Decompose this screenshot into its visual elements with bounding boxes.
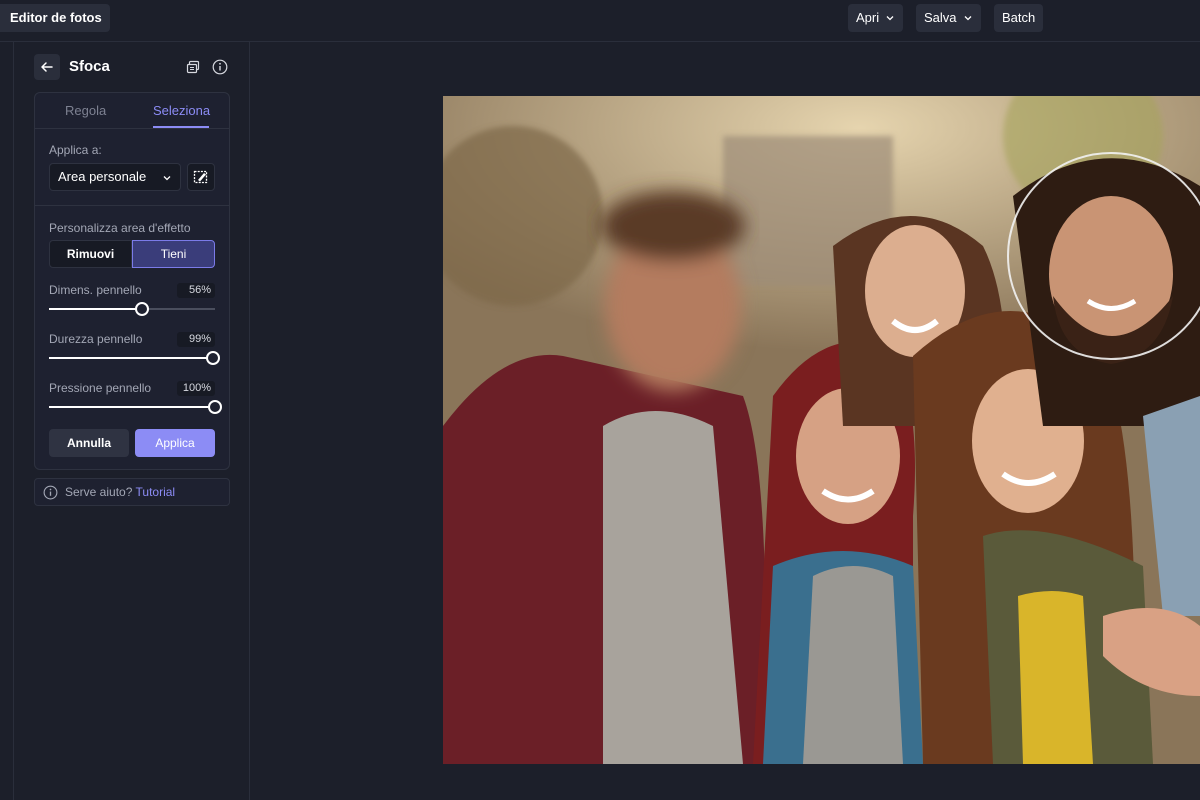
- chevron-down-icon: [886, 16, 894, 21]
- slider-fill: [49, 406, 215, 408]
- brush-hardness-label: Durezza pennello: [49, 332, 143, 346]
- open-menu-label: Apri: [856, 10, 880, 25]
- remove-mode-button[interactable]: Rimuovi: [49, 240, 132, 268]
- keep-mode-button[interactable]: Tieni: [132, 240, 215, 268]
- cancel-button[interactable]: Annulla: [49, 429, 129, 457]
- slider-handle[interactable]: [134, 302, 149, 316]
- editor-canvas[interactable]: [251, 43, 1200, 800]
- brush-size-label: Dimens. pennello: [49, 283, 142, 297]
- layers-copy-icon[interactable]: [185, 59, 201, 75]
- help-box: Serve aiuto? Tutorial: [34, 478, 230, 506]
- apply-to-label: Applica a:: [49, 143, 102, 157]
- apply-to-select[interactable]: Area personale: [49, 163, 181, 191]
- apply-button[interactable]: Applica: [135, 429, 215, 457]
- batch-button[interactable]: Batch: [994, 4, 1044, 32]
- slider-handle[interactable]: [208, 400, 222, 414]
- section-divider: [35, 205, 229, 206]
- back-button[interactable]: [34, 54, 60, 80]
- arrow-left-icon: [41, 62, 53, 72]
- apply-to-value: Area personale: [58, 169, 147, 184]
- top-bar: Editor de fotos Apri Salva Batch: [0, 0, 1200, 42]
- batch-label: Batch: [1002, 10, 1036, 25]
- active-tab-indicator: [153, 126, 209, 128]
- save-menu-button[interactable]: Salva: [916, 4, 981, 32]
- brush-pressure-label: Pressione pennello: [49, 381, 152, 395]
- chevron-down-icon: [163, 176, 171, 181]
- slider-fill: [49, 308, 142, 310]
- save-menu-label: Salva: [924, 10, 957, 25]
- chevron-down-icon: [964, 16, 971, 21]
- info-icon: [43, 485, 58, 500]
- tab-regola[interactable]: Regola: [65, 103, 106, 118]
- info-icon[interactable]: [212, 59, 228, 75]
- panel-title: Sfoca: [69, 58, 110, 75]
- tab-bar: Regola Seleziona: [35, 93, 229, 129]
- open-menu-button[interactable]: Apri: [848, 4, 904, 32]
- brush-hardness-value[interactable]: 99%: [177, 332, 215, 347]
- slider-fill: [49, 357, 214, 359]
- help-text: Serve aiuto?: [65, 485, 133, 499]
- tab-seleziona[interactable]: Seleziona: [153, 103, 210, 118]
- settings-card: Regola Seleziona Applica a: Area persona…: [34, 92, 230, 470]
- brush-size-slider[interactable]: [49, 302, 215, 316]
- app-title: Editor de fotos: [0, 4, 110, 32]
- mask-toggle-button[interactable]: [187, 163, 215, 191]
- slider-handle[interactable]: [206, 351, 221, 365]
- brush-hardness-slider[interactable]: [49, 351, 221, 365]
- tutorial-link[interactable]: Tutorial: [136, 485, 176, 499]
- left-rail: [0, 42, 14, 800]
- blur-panel: Sfoca Regola Seleziona Applica a: Area p…: [14, 42, 250, 800]
- photo-preview[interactable]: [443, 96, 1200, 764]
- effect-area-label: Personalizza area d'effetto: [49, 221, 191, 235]
- group-photo: [443, 96, 1200, 764]
- brush-pressure-slider[interactable]: [49, 400, 222, 414]
- brush-mask-icon: [193, 170, 208, 184]
- brush-pressure-value[interactable]: 100%: [177, 381, 215, 396]
- brush-size-value[interactable]: 56%: [177, 283, 215, 298]
